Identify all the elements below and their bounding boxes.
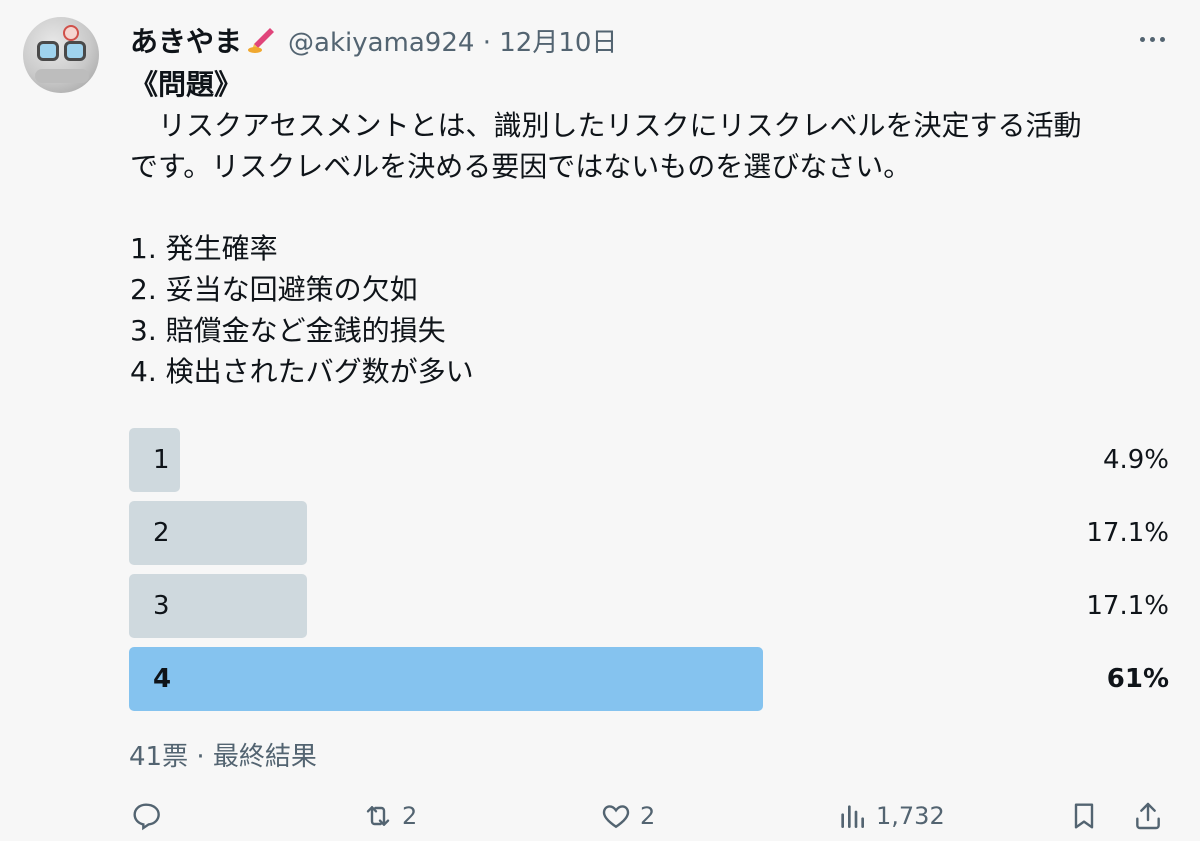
reply-icon: [133, 803, 160, 831]
option-item: 4. 検出されたバグ数が多い: [130, 355, 474, 388]
retweet-count: 2: [402, 802, 418, 830]
like-count: 2: [640, 802, 656, 830]
meta-separator: ·: [482, 27, 491, 58]
display-name[interactable]: あきやま: [130, 20, 242, 60]
views-button[interactable]: 1,732: [836, 800, 945, 832]
poll-choice-percent: 61%: [1106, 664, 1169, 694]
reply-button[interactable]: [130, 800, 170, 832]
poll-choice-percent: 17.1%: [1086, 591, 1169, 621]
views-count: 1,732: [876, 802, 945, 830]
retweet-icon: [366, 806, 390, 826]
like-button[interactable]: 2: [600, 800, 655, 832]
poll-choice-label: 3: [153, 591, 170, 621]
poll-summary: 41票 · 最終結果: [129, 742, 317, 772]
share-icon: [1136, 802, 1160, 830]
options-list: 1. 発生確率 2. 妥当な回避策の欠如 3. 賠償金など金銭的損失 4. 検出…: [130, 228, 1180, 392]
question-line: リスクアセスメントとは、識別したリスクにリスクレベルを決定する活動: [130, 109, 1082, 142]
retweet-button[interactable]: 2: [362, 800, 417, 832]
option-item: 1. 発生確率: [130, 232, 278, 265]
question-title: 《問題》: [130, 68, 243, 101]
more-dot: [1149, 36, 1155, 42]
tweet-meta: @akiyama924 · 12月10日: [288, 22, 617, 59]
more-dots-icon: [1139, 36, 1145, 42]
avatar-chin: [35, 69, 89, 83]
avatar-mark: [63, 25, 79, 41]
avatar-right-lens: [64, 41, 86, 61]
bookmark-button[interactable]: [1068, 800, 1100, 832]
avatar[interactable]: [23, 17, 99, 93]
poll: 1 4.9% 2 17.1% 3 17.1% 4 61%: [129, 428, 1169, 720]
poll-choice-percent: 4.9%: [1102, 445, 1169, 475]
more-dot: [1159, 36, 1165, 42]
heart-icon: [602, 805, 630, 829]
question-line: です。リスクレベルを決める要因ではないものを選びなさい。: [130, 150, 912, 183]
tweet-text: 《問題》 リスクアセスメントとは、識別したリスクにリスクレベルを決定する活動 で…: [130, 64, 1180, 392]
poll-choice-2: 2 17.1%: [129, 501, 1169, 565]
pen-emoji-icon: [248, 28, 275, 53]
poll-choice-label: 2: [153, 518, 170, 548]
views-chart-icon: [841, 805, 864, 828]
tweet-header: あきやま @akiyama924 · 12月10日: [130, 18, 617, 62]
share-button[interactable]: [1132, 800, 1164, 832]
option-item: 2. 妥当な回避策の欠如: [130, 273, 418, 306]
poll-choice-3: 3 17.1%: [129, 574, 1169, 638]
poll-bar: [129, 647, 764, 711]
poll-choice-label: 4: [153, 664, 172, 694]
poll-choice-4: 4 61%: [129, 647, 1169, 711]
more-button[interactable]: [1132, 24, 1172, 54]
handle[interactable]: @akiyama924: [288, 28, 474, 58]
tweet-date[interactable]: 12月10日: [499, 28, 617, 58]
poll-choice-1: 1 4.9%: [129, 428, 1169, 492]
action-bar: 2 2 1,732: [130, 800, 1170, 841]
poll-choice-percent: 17.1%: [1086, 518, 1169, 548]
bookmark-icon: [1074, 803, 1094, 829]
option-item: 3. 賠償金など金銭的損失: [130, 314, 446, 347]
avatar-left-lens: [37, 41, 59, 61]
poll-choice-label: 1: [153, 445, 170, 475]
